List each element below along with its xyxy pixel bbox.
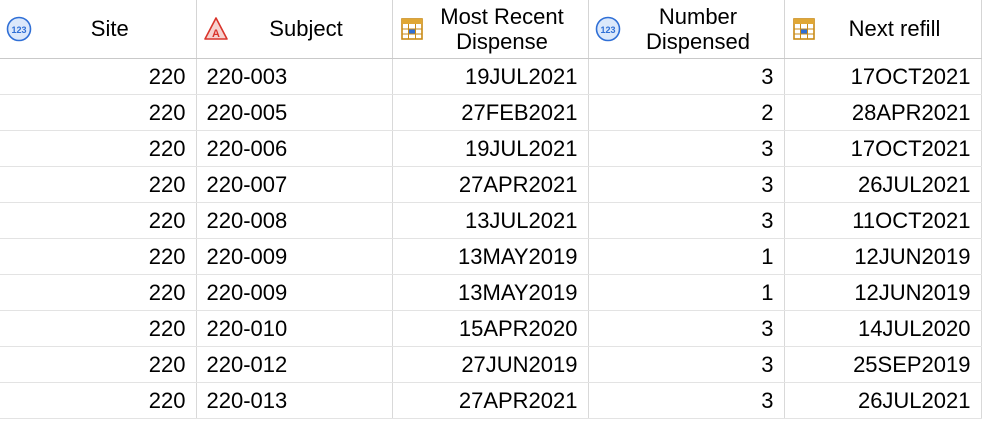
column-header-subject[interactable]: A Subject <box>196 0 393 59</box>
table-row[interactable]: 220 220-003 19JUL2021 3 17OCT2021 <box>0 58 982 95</box>
cell-subject[interactable]: 220-012 <box>196 346 393 383</box>
numeric-column-icon: 123 <box>595 16 621 42</box>
cell-most-recent-dispense[interactable]: 13MAY2019 <box>392 274 589 311</box>
cell-subject[interactable]: 220-013 <box>196 382 393 419</box>
cell-subject[interactable]: 220-007 <box>196 166 393 203</box>
character-column-icon: A <box>203 16 229 42</box>
cell-next-refill[interactable]: 11OCT2021 <box>784 202 982 239</box>
cell-site[interactable]: 220 <box>0 382 197 419</box>
cell-number-dispensed[interactable]: 3 <box>588 166 785 203</box>
column-header-site[interactable]: 123 Site <box>0 0 197 59</box>
table-row[interactable]: 220 220-009 13MAY2019 1 12JUN2019 <box>0 274 982 311</box>
cell-number-dispensed[interactable]: 1 <box>588 274 785 311</box>
cell-number-dispensed[interactable]: 3 <box>588 130 785 167</box>
cell-subject[interactable]: 220-003 <box>196 58 393 95</box>
cell-most-recent-dispense[interactable]: 15APR2020 <box>392 310 589 347</box>
svg-text:123: 123 <box>600 25 615 35</box>
cell-next-refill[interactable]: 26JUL2021 <box>784 166 982 203</box>
cell-next-refill[interactable]: 12JUN2019 <box>784 238 982 275</box>
cell-number-dispensed[interactable]: 3 <box>588 202 785 239</box>
table-body: 220 220-003 19JUL2021 3 17OCT2021 220 22… <box>0 58 982 419</box>
column-header-label-line1: Number <box>658 4 738 29</box>
cell-subject[interactable]: 220-006 <box>196 130 393 167</box>
cell-site[interactable]: 220 <box>0 166 197 203</box>
column-header-number-dispensed[interactable]: 123 Number Dispensed <box>588 0 785 59</box>
column-header-label-line1: Most Recent <box>440 4 564 29</box>
date-column-icon <box>791 16 817 42</box>
cell-next-refill[interactable]: 26JUL2021 <box>784 382 982 419</box>
cell-site[interactable]: 220 <box>0 310 197 347</box>
cell-number-dispensed[interactable]: 1 <box>588 238 785 275</box>
column-header-label-line2: Dispensed <box>646 29 750 54</box>
cell-site[interactable]: 220 <box>0 130 197 167</box>
cell-site[interactable]: 220 <box>0 346 197 383</box>
cell-most-recent-dispense[interactable]: 19JUL2021 <box>392 58 589 95</box>
cell-site[interactable]: 220 <box>0 274 197 311</box>
table-row[interactable]: 220 220-012 27JUN2019 3 25SEP2019 <box>0 346 982 383</box>
cell-subject[interactable]: 220-010 <box>196 310 393 347</box>
cell-next-refill[interactable]: 17OCT2021 <box>784 130 982 167</box>
cell-subject[interactable]: 220-005 <box>196 94 393 131</box>
cell-number-dispensed[interactable]: 3 <box>588 58 785 95</box>
cell-subject[interactable]: 220-008 <box>196 202 393 239</box>
cell-most-recent-dispense[interactable]: 27JUN2019 <box>392 346 589 383</box>
cell-most-recent-dispense[interactable]: 19JUL2021 <box>392 130 589 167</box>
numeric-column-icon: 123 <box>6 16 32 42</box>
cell-most-recent-dispense[interactable]: 13JUL2021 <box>392 202 589 239</box>
data-grid: 123 Site A Subject Most Recent Dispense … <box>0 0 984 442</box>
cell-site[interactable]: 220 <box>0 238 197 275</box>
table-row[interactable]: 220 220-013 27APR2021 3 26JUL2021 <box>0 382 982 419</box>
cell-next-refill[interactable]: 12JUN2019 <box>784 274 982 311</box>
data-table: 123 Site A Subject Most Recent Dispense … <box>0 0 982 419</box>
table-row[interactable]: 220 220-005 27FEB2021 2 28APR2021 <box>0 94 982 131</box>
table-row[interactable]: 220 220-010 15APR2020 3 14JUL2020 <box>0 310 982 347</box>
column-header-most-recent-dispense[interactable]: Most Recent Dispense <box>392 0 589 59</box>
cell-most-recent-dispense[interactable]: 27APR2021 <box>392 166 589 203</box>
cell-site[interactable]: 220 <box>0 94 197 131</box>
cell-subject[interactable]: 220-009 <box>196 274 393 311</box>
table-row[interactable]: 220 220-009 13MAY2019 1 12JUN2019 <box>0 238 982 275</box>
column-header-next-refill[interactable]: Next refill <box>784 0 982 59</box>
cell-site[interactable]: 220 <box>0 58 197 95</box>
cell-number-dispensed[interactable]: 3 <box>588 382 785 419</box>
cell-site[interactable]: 220 <box>0 202 197 239</box>
cell-next-refill[interactable]: 28APR2021 <box>784 94 982 131</box>
cell-next-refill[interactable]: 17OCT2021 <box>784 58 982 95</box>
cell-most-recent-dispense[interactable]: 27FEB2021 <box>392 94 589 131</box>
cell-next-refill[interactable]: 14JUL2020 <box>784 310 982 347</box>
table-row[interactable]: 220 220-006 19JUL2021 3 17OCT2021 <box>0 130 982 167</box>
date-column-icon <box>399 16 425 42</box>
svg-text:A: A <box>212 28 220 40</box>
cell-subject[interactable]: 220-009 <box>196 238 393 275</box>
table-row[interactable]: 220 220-007 27APR2021 3 26JUL2021 <box>0 166 982 203</box>
table-row[interactable]: 220 220-008 13JUL2021 3 11OCT2021 <box>0 202 982 239</box>
cell-number-dispensed[interactable]: 3 <box>588 310 785 347</box>
header-row: 123 Site A Subject Most Recent Dispense … <box>0 0 982 59</box>
cell-number-dispensed[interactable]: 3 <box>588 346 785 383</box>
table-header: 123 Site A Subject Most Recent Dispense … <box>0 0 982 59</box>
svg-text:123: 123 <box>11 25 26 35</box>
cell-most-recent-dispense[interactable]: 27APR2021 <box>392 382 589 419</box>
cell-most-recent-dispense[interactable]: 13MAY2019 <box>392 238 589 275</box>
column-header-label-line2: Dispense <box>456 29 548 54</box>
cell-next-refill[interactable]: 25SEP2019 <box>784 346 982 383</box>
cell-number-dispensed[interactable]: 2 <box>588 94 785 131</box>
